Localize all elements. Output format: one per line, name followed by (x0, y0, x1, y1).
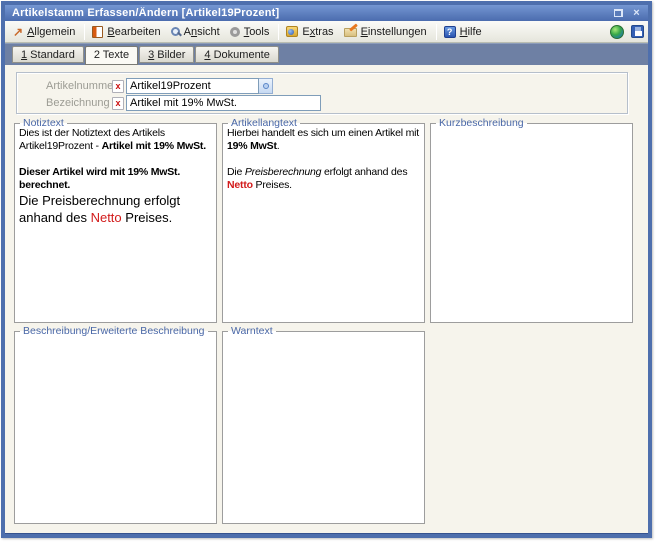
tab-texte[interactable]: 2 Texte (85, 46, 138, 65)
warntext-box: Warntext (222, 331, 425, 524)
artikelnummer-input[interactable] (126, 78, 259, 94)
artikellangtext-label: Artikellangtext (228, 117, 300, 129)
bezeichnung-label: Bezeichnung (46, 97, 112, 109)
menu-separator (436, 24, 437, 40)
arrow-icon: ↗ (13, 26, 23, 38)
title-bar: Artikelstamm Erfassen/Ändern [Artikel19P… (5, 5, 648, 21)
clear-field-button[interactable]: x (112, 97, 124, 110)
app-window: Artikelstamm Erfassen/Ändern [Artikel19P… (1, 1, 652, 538)
tab-strip: 1 Standard 2 Texte 3 Bilder 4 Dokumente (5, 43, 648, 65)
artikellangtext-textarea[interactable]: Hierbei handelt es sich um einen Artikel… (223, 124, 424, 195)
menu-bearbeiten[interactable]: Bearbeiten (88, 24, 166, 40)
red-x-icon: x (115, 81, 120, 91)
kurzbeschreibung-label: Kurzbeschreibung (436, 117, 527, 129)
bezeichnung-input[interactable] (126, 95, 321, 111)
notiztext-box: Notiztext Dies ist der Notiztext des Art… (14, 123, 217, 323)
tab-bilder[interactable]: 3 Bilder (139, 46, 194, 63)
menu-extras[interactable]: Extras (282, 24, 339, 40)
settings-folder-icon (344, 28, 357, 37)
menu-hilfe[interactable]: ? Hilfe (440, 24, 488, 40)
lookup-button[interactable] (259, 78, 273, 94)
menu-ansicht[interactable]: Ansicht (167, 24, 226, 40)
red-x-icon: x (115, 98, 120, 108)
notiztext-label: Notiztext (20, 117, 67, 129)
article-header-panel: Artikelnummer x Bezeichnung x (16, 72, 628, 114)
extras-icon (286, 26, 298, 37)
menu-allgemein[interactable]: ↗ Allgemein (9, 24, 81, 40)
help-icon: ? (444, 26, 456, 38)
content-area: Artikelnummer x Bezeichnung x Notiztext … (5, 65, 648, 533)
lookup-icon (263, 83, 269, 89)
clear-field-button[interactable]: x (112, 80, 124, 93)
window-title: Artikelstamm Erfassen/Ändern [Artikel19P… (12, 7, 608, 19)
magnifier-icon (171, 27, 180, 36)
close-icon: × (633, 8, 639, 18)
kurzbeschreibung-box: Kurzbeschreibung (430, 123, 633, 323)
notiztext-textarea[interactable]: Dies ist der Notiztext des Artikels Arti… (15, 124, 216, 229)
artikelnummer-label: Artikelnummer (46, 80, 112, 92)
gear-icon (230, 27, 240, 37)
beschreibung-box: Beschreibung/Erweiterte Beschreibung (14, 331, 217, 524)
edit-book-icon (92, 26, 103, 38)
restore-button[interactable] (611, 7, 626, 19)
warntext-label: Warntext (228, 325, 276, 337)
close-button[interactable]: × (629, 7, 644, 19)
globe-icon[interactable] (610, 25, 624, 39)
tab-dokumente[interactable]: 4 Dokumente (195, 46, 278, 63)
save-icon[interactable] (631, 25, 644, 38)
tab-standard[interactable]: 1 Standard (12, 46, 84, 63)
restore-icon (614, 9, 623, 17)
menu-tools[interactable]: Tools (226, 24, 276, 40)
artikellangtext-box: Artikellangtext Hierbei handelt es sich … (222, 123, 425, 323)
beschreibung-label: Beschreibung/Erweiterte Beschreibung (20, 325, 208, 337)
menu-einstellungen[interactable]: Einstellungen (340, 24, 433, 40)
menu-separator (278, 24, 279, 40)
menu-separator (84, 24, 85, 40)
menu-bar: ↗ Allgemein Bearbeiten Ansicht Tools Ext… (5, 21, 648, 43)
